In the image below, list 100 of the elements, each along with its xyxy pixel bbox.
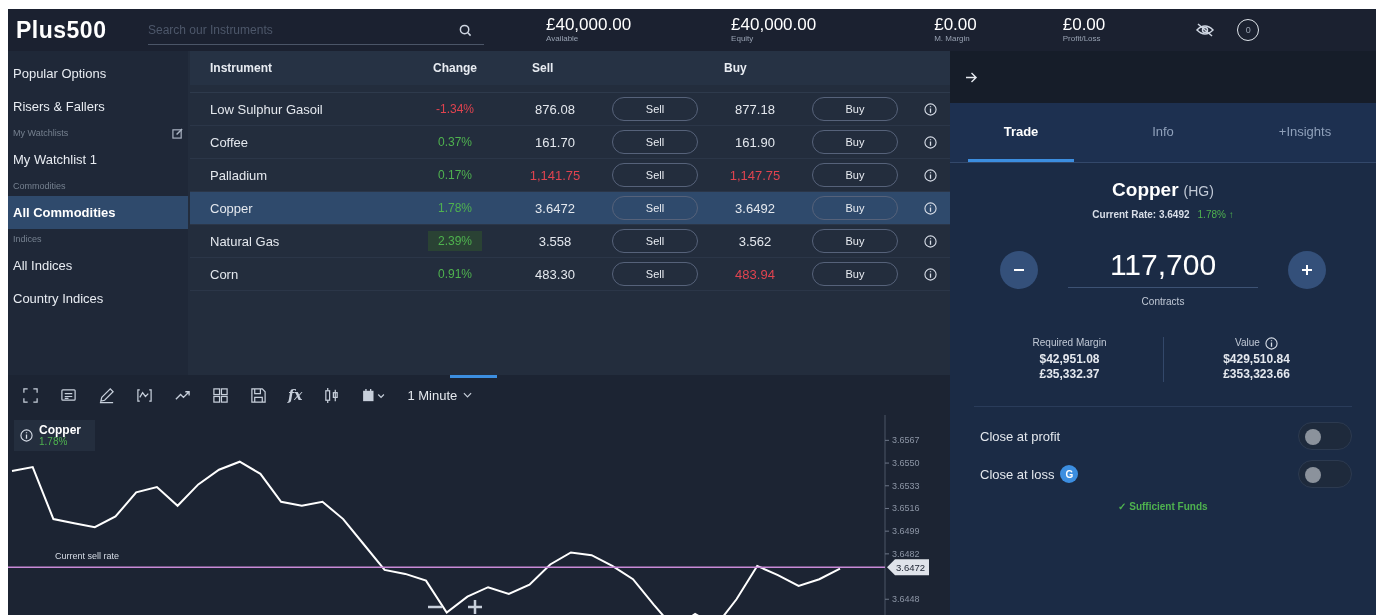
table-row[interactable]: Copper 1.78% 3.6472 Sell 3.6492 Buy — [190, 192, 950, 225]
instrument-name: Low Sulphur Gasoil — [210, 101, 324, 117]
buy-price: 161.90 — [735, 134, 775, 150]
info-icon[interactable] — [923, 168, 937, 182]
instrument-name: Natural Gas — [210, 233, 281, 249]
figure-value: £353,323.66 — [1223, 367, 1290, 382]
stat-value: £0.00 — [1062, 16, 1106, 35]
buy-price: 3.562 — [738, 233, 772, 249]
plus-icon — [1301, 264, 1313, 276]
figure-value: $42,951.08 — [1039, 351, 1100, 367]
pencil-icon[interactable] — [98, 386, 115, 404]
buy-price: 483.94 — [735, 266, 775, 282]
chevron-icon — [463, 392, 473, 398]
info-icon[interactable] — [923, 234, 937, 248]
axis-tick: 3.6533 — [884, 480, 920, 491]
legend-change: 1.78% — [39, 436, 68, 448]
instrument-name: Corn — [210, 266, 240, 282]
instrument-name: Palladium — [210, 167, 269, 183]
info-icon[interactable] — [923, 135, 937, 149]
candlestick-icon[interactable] — [323, 386, 341, 404]
panel-tab[interactable]: Trade — [968, 103, 1074, 162]
axis-tick: 3.6448 — [884, 594, 920, 605]
sell-price: 161.70 — [535, 134, 575, 150]
edit-icon[interactable] — [172, 127, 183, 139]
stat-label: Available — [546, 34, 580, 44]
sidebar-item[interactable]: Risers & Fallers — [8, 90, 188, 123]
save-icon[interactable] — [250, 386, 267, 404]
stat-label: Profit/Loss — [1062, 34, 1102, 44]
rate-change: 1.78% ↑ — [1197, 209, 1234, 220]
sidebar-item[interactable]: All Commodities — [8, 196, 188, 229]
column-header: Instrument — [210, 61, 273, 75]
toggle-label: Close at loss — [980, 466, 1055, 482]
grid-icon[interactable] — [212, 386, 229, 404]
table-row[interactable]: Coffee 0.37% 161.70 Sell 161.90 Buy — [190, 126, 950, 159]
y-tick-label: 3.6567 — [892, 435, 920, 446]
section-heading: Indices — [13, 234, 42, 244]
y-tick-label: 3.6482 — [892, 548, 920, 559]
y-tick-label: 3.6448 — [892, 594, 920, 605]
change-value: 2.39% — [428, 231, 482, 251]
axis-tick: 3.6482 — [884, 548, 920, 559]
figure-label: Required Margin — [1032, 337, 1107, 350]
collapse-arrow-icon[interactable] — [965, 71, 978, 83]
info-icon[interactable] — [1264, 337, 1278, 350]
change-value: 0.91% — [437, 266, 473, 283]
panel-tab[interactable]: Info — [1110, 103, 1216, 162]
y-tick-label: 3.6499 — [892, 526, 920, 537]
info-icon[interactable] — [20, 429, 33, 443]
current-rate: Current Rate: 3.6492 — [1092, 209, 1190, 220]
fullscreen-icon[interactable] — [22, 386, 39, 404]
figure-value: £35,332.37 — [1039, 366, 1100, 382]
calendar-icon[interactable] — [361, 386, 387, 404]
y-tick-label: 3.6550 — [892, 458, 920, 469]
sidebar-item[interactable]: All Indices — [8, 249, 188, 282]
sidebar-item[interactable]: Popular Options — [8, 57, 188, 90]
table-row[interactable]: Corn 0.91% 483.30 Sell 483.94 Buy — [190, 258, 950, 291]
guaranteed-badge: G — [1060, 465, 1079, 483]
news-icon[interactable] — [60, 386, 77, 404]
buy-price: 1,147.75 — [729, 167, 781, 183]
stat-value: £40,000.00 — [546, 16, 632, 35]
amount-field[interactable]: 117,700 — [1068, 248, 1258, 288]
toggle-switch[interactable] — [1298, 460, 1352, 488]
change-value: 1.78% — [437, 200, 473, 217]
sidebar-item[interactable]: Country Indices — [8, 282, 188, 315]
toggle-label: Close at profit — [980, 428, 1061, 444]
timeframe-dropdown[interactable]: 1 Minute — [407, 387, 473, 403]
info-icon[interactable] — [923, 201, 937, 215]
axis-tick: 3.6550 — [884, 458, 920, 469]
indicator-icon[interactable] — [136, 386, 153, 404]
section-heading: My Watchlists — [13, 128, 69, 138]
hidden-eye-icon[interactable] — [1195, 22, 1216, 38]
legend-name: Copper — [39, 424, 81, 437]
table-row[interactable]: Low Sulphur Gasoil -1.34% 876.08 Sell 877.18 Buy — [190, 93, 950, 126]
axis-tick: 3.6499 — [884, 526, 920, 537]
sidebar-item[interactable]: My Watchlist 1 — [8, 143, 188, 176]
panel-tab[interactable]: +Insights — [1252, 103, 1358, 162]
sell-rate-label: Current sell rate — [55, 551, 120, 562]
function-button[interactable]: fx — [288, 387, 303, 403]
table-row[interactable]: Natural Gas 2.39% 3.558 Sell 3.562 Buy — [190, 225, 950, 258]
sell-price: 3.6472 — [535, 200, 575, 216]
search-icon[interactable] — [459, 24, 472, 37]
toggle-switch[interactable] — [1298, 422, 1352, 450]
sell-price: 483.30 — [535, 266, 575, 282]
info-icon[interactable] — [923, 102, 937, 116]
y-tick-label: 3.6516 — [892, 503, 920, 514]
amount-unit: Contracts — [1141, 296, 1185, 307]
funds-status: ✓ Sufficient Funds — [1118, 501, 1208, 512]
change-value: -1.34% — [435, 101, 475, 118]
search-field[interactable]: Search our Instruments — [148, 15, 484, 45]
figure-label: Value — [1235, 337, 1260, 350]
increase-button[interactable] — [1288, 251, 1326, 289]
column-header: Change — [432, 61, 478, 75]
sell-price: 876.08 — [535, 101, 575, 117]
column-header: Buy — [723, 61, 748, 75]
info-icon[interactable] — [923, 267, 937, 281]
buy-price: 3.6492 — [735, 200, 775, 216]
section-heading: Commodities — [13, 181, 66, 191]
y-tick-label: 3.6533 — [892, 480, 920, 491]
stat-value: £40,000.00 — [731, 16, 817, 35]
axis-tick: 3.6516 — [884, 503, 920, 514]
price-marker: 3.6472 — [887, 559, 929, 576]
